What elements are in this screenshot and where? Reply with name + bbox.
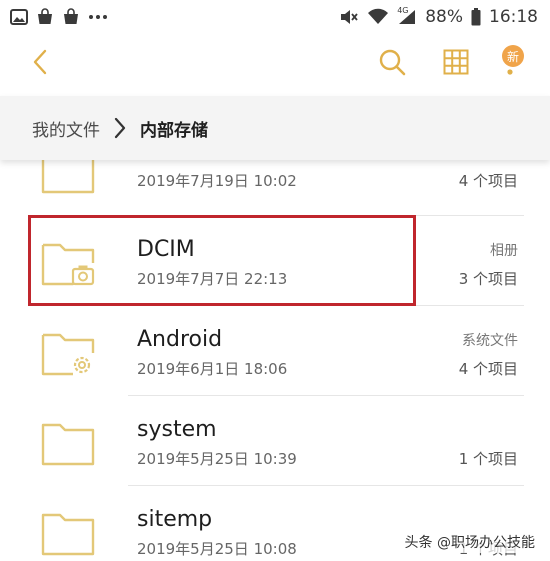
folder-date: 2019年6月1日 18:06 [137,360,288,378]
clock: 16:18 [489,7,538,27]
folder-count: 4 个项目 [458,172,518,190]
folder-settings-icon [40,327,96,377]
folder-date: 2019年7月19日 10:02 [137,172,297,190]
folder-date: 2019年5月25日 10:08 [137,540,297,558]
folder-count: 1 个项目 [458,450,518,468]
folder-date: 2019年5月25日 10:39 [137,450,297,468]
mute-icon [339,8,359,26]
folder-name: sitemp [137,507,213,532]
watermark: 头条 @职场办公技能 [401,531,538,553]
wifi-icon [367,8,389,26]
list-item[interactable]: DCIM 2019年7月7日 22:13 相册 3 个项目 [0,215,550,305]
shopping-bag-icon [62,8,80,26]
shopping-bag-icon [36,8,54,26]
battery-icon [471,8,481,26]
breadcrumb: 我的文件 内部存储 [0,96,550,160]
folder-name: Android [137,327,223,352]
new-badge: 新 [502,45,524,67]
chevron-right-icon [114,117,126,139]
breadcrumb-current[interactable]: 内部存储 [140,116,208,141]
folder-name: DCIM [137,237,195,262]
folder-camera-icon [40,237,96,287]
folder-date: 2019年7月7日 22:13 [137,270,288,288]
folder-type: 系统文件 [462,333,518,349]
sim-label: 4G [397,6,409,15]
folder-type: 相册 [490,243,518,259]
grid-view-button[interactable] [436,44,476,84]
folder-name: system [137,417,217,442]
search-button[interactable] [372,44,412,84]
search-icon [378,48,406,80]
app-toolbar [0,34,550,94]
status-bar: 4G 88% 16:18 [0,0,550,34]
list-item[interactable]: system 2019年5月25日 10:39 1 个项目 [0,395,550,485]
breadcrumb-root[interactable]: 我的文件 [32,116,100,141]
chevron-left-icon [32,49,48,79]
signal-icon: 4G [397,6,417,26]
folder-count: 3 个项目 [458,270,518,288]
image-icon [10,9,28,25]
folder-icon [40,507,96,557]
more-dots-icon [88,14,108,20]
folder-icon [40,417,96,467]
back-button[interactable] [20,44,60,84]
folder-count: 4 个项目 [458,360,518,378]
list-item[interactable]: alipay 2019年7月19日 10:02 支付宝 4 个项目 [0,160,550,215]
grid-view-icon [443,49,469,79]
folder-icon [40,160,96,195]
folder-list: alipay 2019年7月19日 10:02 支付宝 4 个项目 DCIM 2… [0,160,550,561]
battery-percent: 88% [425,7,463,27]
list-item[interactable]: Android 2019年6月1日 18:06 系统文件 4 个项目 [0,305,550,395]
